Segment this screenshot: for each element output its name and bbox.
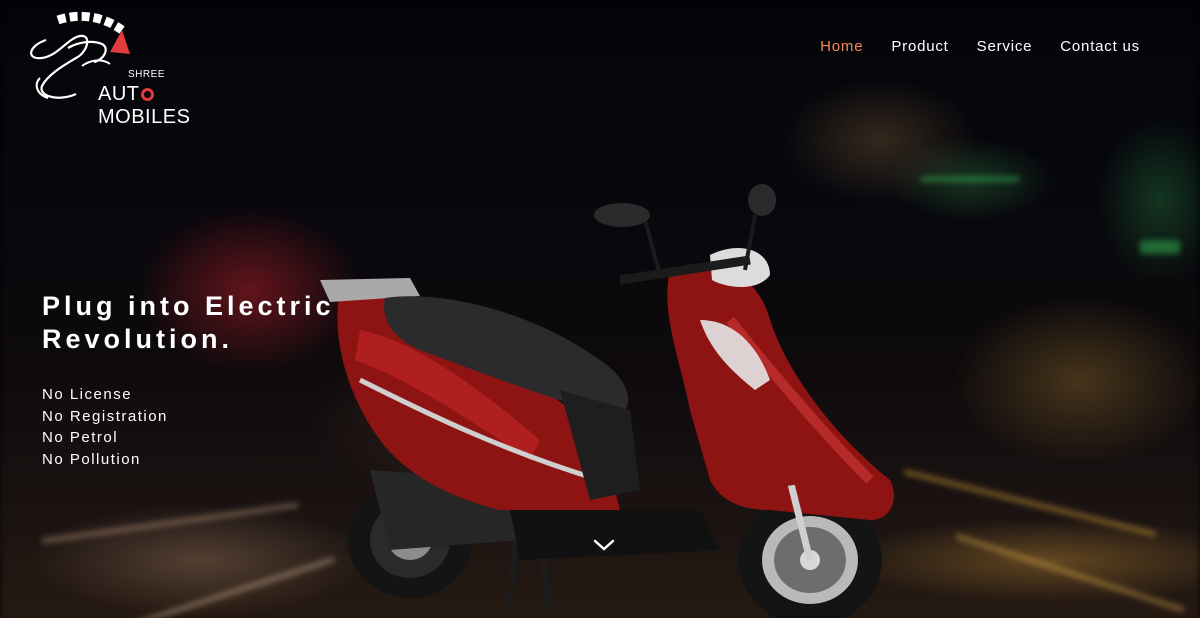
- feature-item: No Pollution: [42, 450, 141, 468]
- hero-section: SHREE AUTMOBILES Home Product Service Co…: [0, 0, 1200, 618]
- brand-logo[interactable]: SHREE AUTMOBILES: [18, 8, 238, 128]
- feature-list: No License No Registration No Petrol No …: [42, 384, 168, 470]
- nav-item-service[interactable]: Service: [977, 38, 1033, 55]
- bg-light-streak: [40, 501, 300, 545]
- bg-light-streak: [920, 176, 1020, 182]
- logo-automobiles-text: AUTMOBILES: [98, 83, 238, 129]
- nav-item-home[interactable]: Home: [820, 38, 863, 55]
- chevron-down-icon[interactable]: [592, 537, 616, 553]
- logo-automobiles-prefix: AUT: [98, 83, 140, 105]
- bg-light-streak: [954, 533, 1186, 613]
- nav-item-contact-us[interactable]: Contact us: [1060, 38, 1140, 55]
- bg-light-streak: [1140, 240, 1180, 254]
- logo-automobiles-suffix: MOBILES: [98, 106, 191, 128]
- feature-item: No License: [42, 386, 133, 403]
- hero-headline-line2: Revolution.: [42, 324, 233, 354]
- logo-shree-text: SHREE: [128, 69, 165, 80]
- main-nav: Home Product Service Contact us: [820, 38, 1140, 55]
- feature-item: No Registration: [42, 407, 168, 425]
- feature-item: No Petrol: [42, 429, 119, 446]
- bg-light-streak: [903, 468, 1157, 538]
- hero-headline: Plug into Electric Revolution.: [42, 290, 402, 356]
- hero-headline-line1: Plug into Electric: [42, 291, 335, 321]
- nav-item-product[interactable]: Product: [891, 38, 948, 55]
- logo-wheel-icon: [140, 88, 154, 101]
